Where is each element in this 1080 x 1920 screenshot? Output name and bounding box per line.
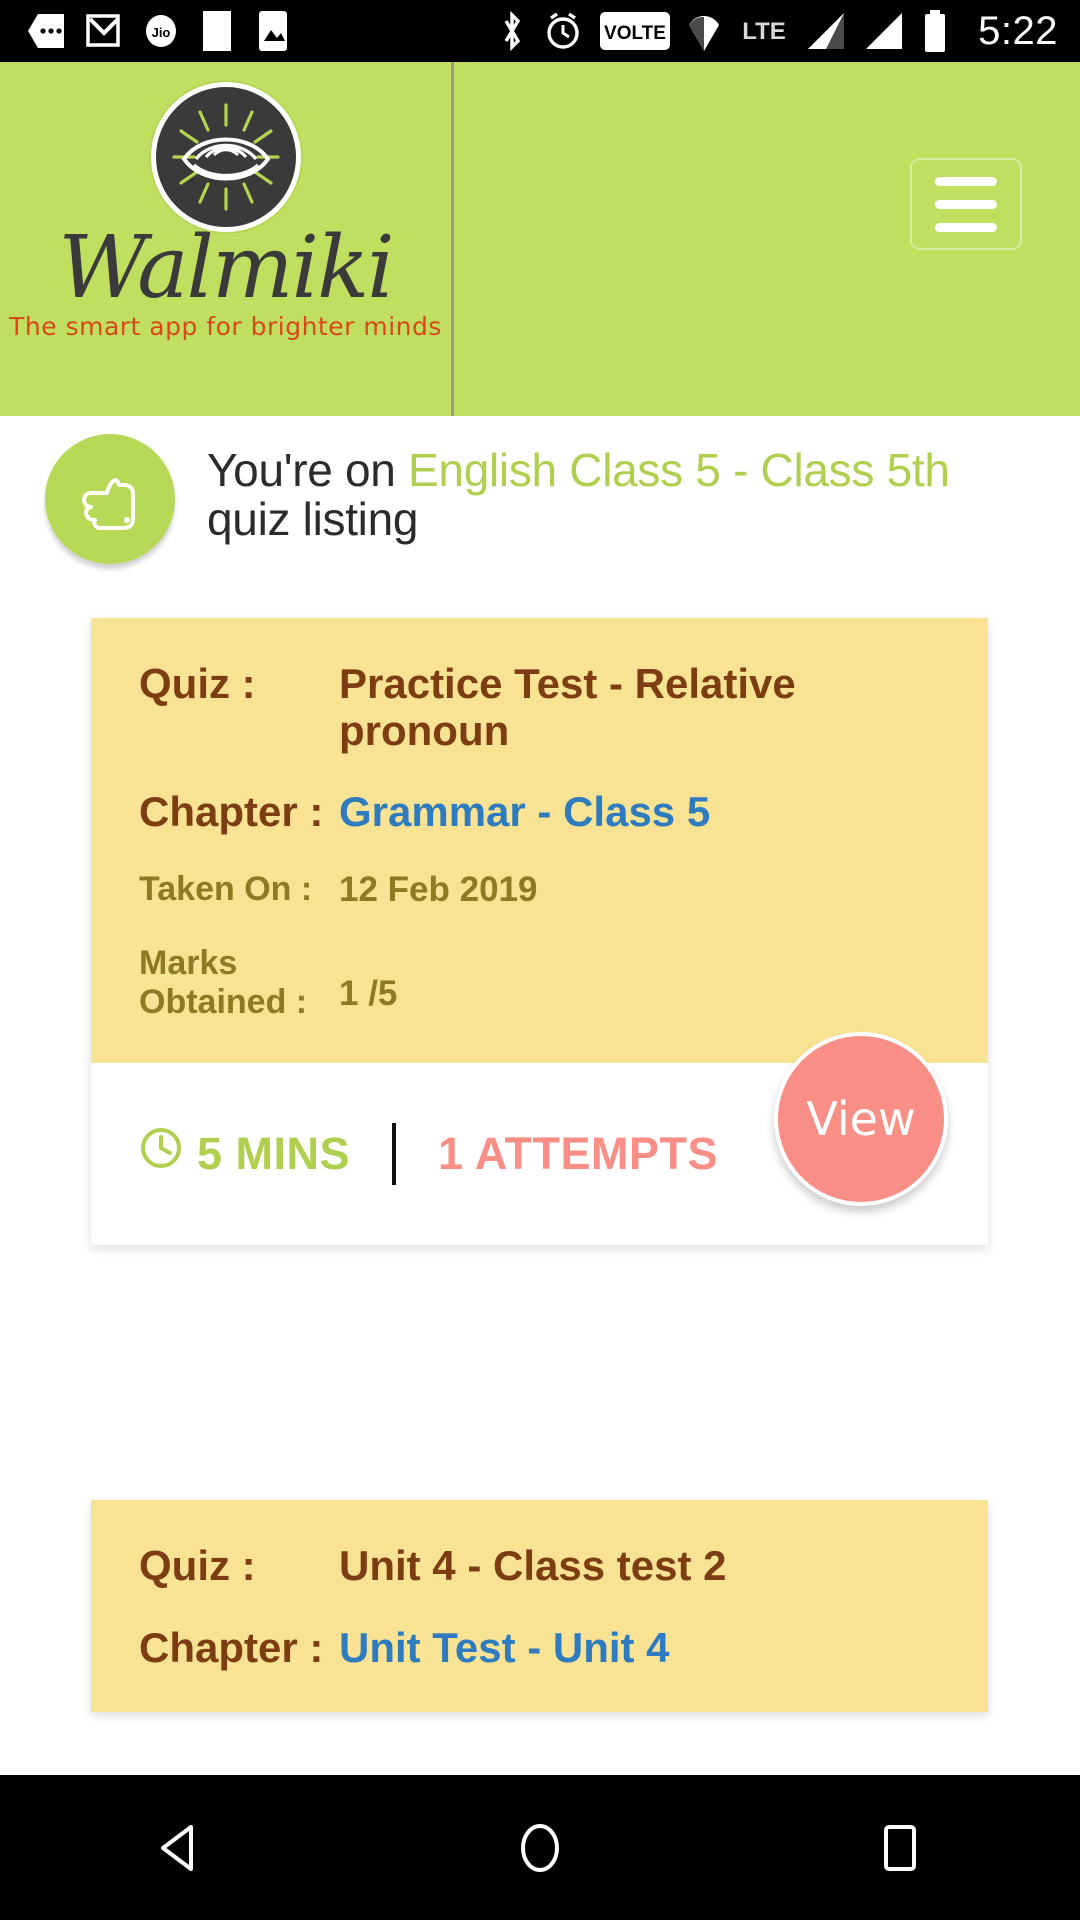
home-circle-icon[interactable] (509, 1817, 571, 1879)
chapter-link[interactable]: Unit Test - Unit 4 (339, 1624, 670, 1671)
svg-text:LTE: LTE (742, 18, 786, 45)
svg-text:Jio: Jio (152, 25, 171, 40)
chapter-label: Chapter : (139, 788, 324, 836)
brand-block[interactable]: Walmiki The smart app for brighter minds (0, 62, 451, 416)
taken-on-label: Taken On : (139, 870, 313, 909)
quiz-card[interactable]: Quiz : Unit 4 - Class test 2 Chapter : U… (91, 1500, 988, 1712)
breadcrumb-text: You're on English Class 5 - Class 5th qu… (207, 432, 1040, 544)
svg-text:VOLTE: VOLTE (604, 23, 666, 44)
back-triangle-icon[interactable] (149, 1817, 211, 1879)
chapter-row: Chapter : Unit Test - Unit 4 (139, 1624, 940, 1672)
status-bar-right-icons: VOLTE LTE 5:22 (498, 9, 1058, 54)
alarm-icon (542, 10, 584, 52)
breadcrumb-prefix: You're on (207, 444, 409, 496)
more-icon (28, 14, 64, 48)
quiz-value: Unit 4 - Class test 2 (339, 1542, 727, 1589)
taken-on-value: 12 Feb 2019 (339, 870, 538, 910)
marks-row: Marks Obtained : 1 /5 (139, 944, 940, 1022)
thumbs-up-icon (45, 434, 175, 564)
quiz-value: Practice Test - Relative pronoun (339, 660, 796, 755)
brand-tagline: The smart app for brighter minds (9, 311, 442, 341)
hamburger-icon-bar (935, 222, 997, 232)
quiz-card-body: Quiz : Unit 4 - Class test 2 Chapter : U… (91, 1500, 988, 1712)
recents-square-icon[interactable] (869, 1817, 931, 1879)
signal-2-icon (864, 11, 906, 51)
status-bar: Jio VOLTE LTE 5:22 (0, 0, 1080, 62)
status-bar-left-icons: Jio (28, 11, 290, 51)
view-button[interactable]: View (774, 1032, 948, 1206)
android-navigation-bar (0, 1775, 1080, 1920)
duration-label: 5 MINS (197, 1127, 351, 1179)
marks-label: Marks Obtained : (139, 944, 308, 1022)
hamburger-icon-bar (935, 176, 997, 186)
taken-on-row: Taken On : 12 Feb 2019 (139, 870, 940, 910)
quiz-row: Quiz : Unit 4 - Class test 2 (139, 1542, 940, 1590)
quiz-card-body: Quiz : Practice Test - Relative pronoun … (91, 618, 988, 1063)
clock-icon (139, 1126, 183, 1181)
gmail-icon (86, 13, 122, 49)
brand-name: Walmiki (58, 218, 394, 318)
breadcrumb-highlight: English Class 5 - Class 5th (408, 444, 950, 496)
battery-icon (922, 10, 948, 52)
lte-icon: LTE (738, 15, 790, 47)
footer-divider (392, 1122, 397, 1185)
chapter-label: Chapter : (139, 1624, 324, 1671)
quiz-card[interactable]: Quiz : Practice Test - Relative pronoun … (91, 618, 988, 1245)
breadcrumb: You're on English Class 5 - Class 5th qu… (0, 432, 1080, 564)
marks-value: 1 /5 (339, 974, 398, 1014)
hamburger-icon-bar (935, 199, 997, 209)
quiz-label: Quiz : (139, 660, 256, 707)
quiz-label: Quiz : (139, 1542, 256, 1589)
location-icon (686, 11, 722, 51)
attempts-label: 1 ATTEMPTS (438, 1127, 719, 1179)
hamburger-menu-button[interactable] (910, 158, 1022, 250)
bluetooth-icon (498, 10, 526, 52)
walmiki-eye-logo-icon (150, 82, 301, 232)
chapter-row: Chapter : Grammar - Class 5 (139, 788, 940, 836)
app-icon (200, 11, 234, 51)
signal-1-icon (806, 11, 848, 51)
volte-icon: VOLTE (600, 12, 671, 50)
duration-badge: 5 MINS (139, 1126, 350, 1181)
status-bar-clock: 5:22 (978, 8, 1058, 53)
quiz-row: Quiz : Practice Test - Relative pronoun (139, 660, 940, 754)
app-header: Walmiki The smart app for brighter minds (0, 62, 1080, 416)
jio-icon: Jio (144, 14, 178, 48)
breadcrumb-suffix: quiz listing (207, 492, 419, 545)
chapter-link[interactable]: Grammar - Class 5 (339, 788, 710, 835)
photos-icon (256, 11, 290, 51)
header-divider (451, 62, 454, 416)
